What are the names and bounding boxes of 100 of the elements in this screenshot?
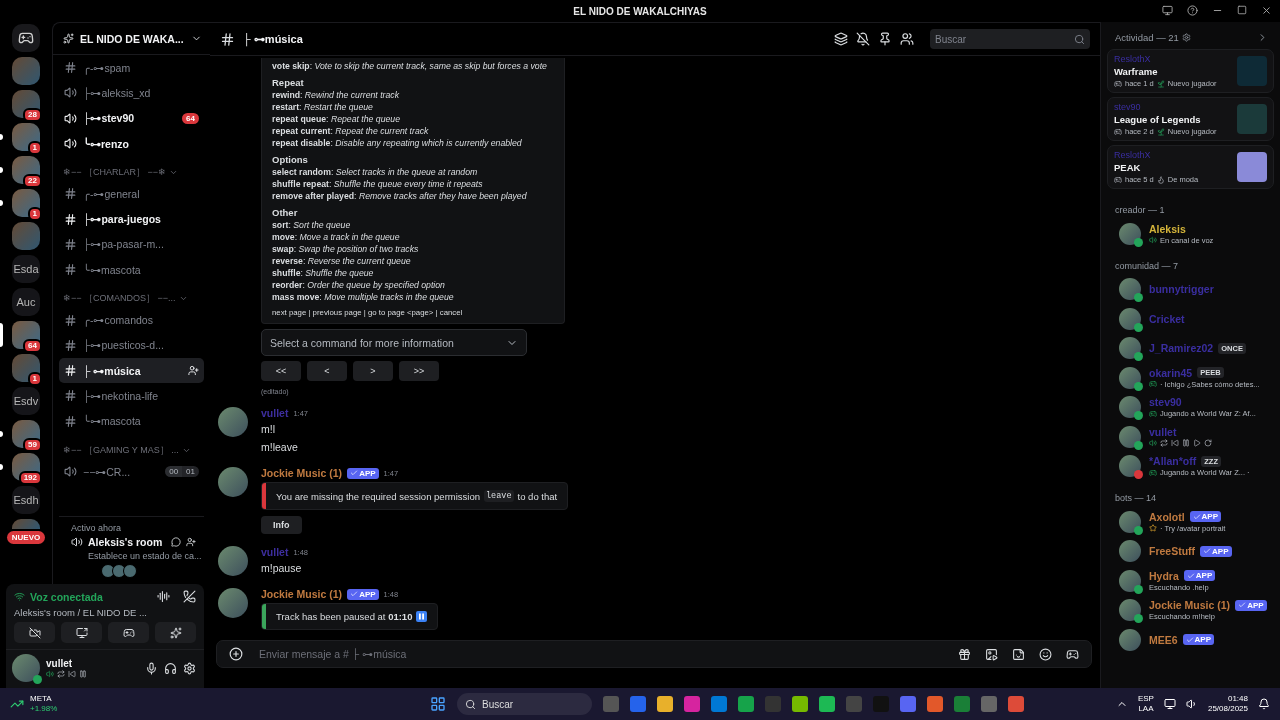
pager-button[interactable]: > <box>353 361 393 381</box>
command-select[interactable]: Select a command for more information <box>261 329 527 356</box>
notification-icon[interactable] <box>1258 698 1270 710</box>
headphones-icon[interactable] <box>164 661 177 675</box>
soundwave-icon[interactable] <box>157 590 170 603</box>
monitor-icon[interactable] <box>1162 5 1173 16</box>
channel-item[interactable]: ├⊶nekotina-life <box>59 383 204 409</box>
channel-item[interactable]: ╰⊶mascota <box>59 408 204 434</box>
hash-icon <box>64 364 77 378</box>
channel-item[interactable]: ╰⊶renzo <box>59 130 204 157</box>
sticker-icon[interactable] <box>1012 647 1025 661</box>
flame-icon <box>1156 175 1165 184</box>
muted-bell-icon[interactable] <box>856 32 870 46</box>
command-line: shuffle: Shuffle the queue <box>272 268 374 278</box>
previous-icon[interactable] <box>68 670 76 678</box>
gift-icon[interactable] <box>958 647 971 661</box>
server-icon[interactable] <box>12 321 40 349</box>
avatar[interactable] <box>218 467 248 497</box>
channel-item[interactable]: ├⊶para-juegos <box>59 206 204 232</box>
server-icon[interactable]: Esdh <box>12 486 40 514</box>
server-icon[interactable]: Esda <box>12 255 40 283</box>
section-title: Options <box>272 154 309 166</box>
emoji-icon[interactable] <box>1039 647 1052 661</box>
avatar[interactable] <box>218 588 248 618</box>
screen-share-button[interactable] <box>61 622 102 643</box>
room-name[interactable]: Aleksis's room <box>88 536 166 548</box>
server-name[interactable]: EL NIDO DE WAKA... <box>80 32 185 45</box>
channel-item[interactable]: ├⊶pa-pasar-m... <box>59 231 204 258</box>
gamepad-icon[interactable] <box>1066 647 1079 661</box>
command-line: repeat queue: Repeat the queue <box>272 114 400 124</box>
invite-icon[interactable] <box>186 537 196 547</box>
soundboard-button[interactable] <box>155 622 196 643</box>
search-field[interactable]: Buscar <box>930 29 1090 49</box>
activity-button[interactable] <box>108 622 149 643</box>
play-icon[interactable] <box>1193 439 1201 448</box>
pause-icon[interactable] <box>1182 439 1190 448</box>
channel-item[interactable]: ╰⊶mascota <box>59 257 204 283</box>
windows-icon[interactable] <box>430 696 446 712</box>
member-item[interactable]: FreeStuff APP <box>1107 536 1274 566</box>
group-title: bots — 14 <box>1114 492 1158 505</box>
network-icon[interactable] <box>1163 698 1176 710</box>
member-name: Axolotl <box>1149 510 1185 523</box>
server-icon[interactable] <box>12 24 40 52</box>
category-label[interactable]: ❄−− ［CHARLAR］ −−❄ <box>63 166 167 180</box>
channel-item[interactable]: ├⊶puesticos-d... <box>59 332 204 358</box>
disconnect-icon[interactable] <box>183 590 196 603</box>
voice-status: Voz conectada <box>30 590 103 603</box>
pin-icon[interactable] <box>878 32 892 46</box>
server-icon[interactable] <box>12 156 40 184</box>
pager-button[interactable]: >> <box>399 361 439 381</box>
server-icon[interactable] <box>12 420 40 448</box>
channel-item[interactable]: −−⊶CR... 00 01 <box>59 458 204 485</box>
server-icon[interactable] <box>12 90 40 118</box>
server-icon[interactable]: Auc <box>12 288 40 316</box>
info-button[interactable]: Info <box>261 516 302 534</box>
volume-icon[interactable] <box>1185 698 1198 710</box>
invite-icon[interactable] <box>188 365 199 377</box>
stock-ticker: META <box>30 694 52 704</box>
pager-button[interactable]: << <box>261 361 301 381</box>
channel-item[interactable]: ╭-⊶general <box>59 181 204 207</box>
category-label[interactable]: ❄−− ［COMANDOS］ −−... <box>63 292 176 306</box>
close-icon[interactable] <box>1261 5 1272 16</box>
help-icon[interactable] <box>1187 5 1198 16</box>
channel-item[interactable]: ╭-⊶spam <box>59 55 204 81</box>
avatar[interactable] <box>12 654 40 682</box>
repeat-icon[interactable] <box>1160 439 1168 448</box>
category-label[interactable]: ❄−− ［GAMING Y MAS］ ... <box>63 443 179 457</box>
pause-icon[interactable] <box>79 670 87 678</box>
loop-icon[interactable] <box>1204 439 1212 448</box>
game-title: PEAK <box>1114 162 1142 173</box>
avatar[interactable] <box>218 546 248 576</box>
avatar <box>101 564 115 578</box>
author-name[interactable]: Jockie Music (1) <box>261 467 343 479</box>
chat-icon[interactable] <box>171 537 181 547</box>
member-item[interactable]: MEE6 APP <box>1107 625 1274 655</box>
camera-off-button[interactable] <box>14 622 55 643</box>
voice-location[interactable]: Aleksis's room / EL NIDO DE ... <box>14 607 196 618</box>
repeat-icon[interactable] <box>57 670 65 678</box>
members-icon[interactable] <box>900 32 914 46</box>
microphone-icon[interactable] <box>145 661 158 675</box>
language: ESP <box>1137 694 1154 704</box>
user-counter: 00 01 <box>165 466 199 477</box>
add-icon[interactable] <box>229 647 243 661</box>
server-icon[interactable]: Esdv <box>12 387 40 415</box>
app-tag: APP <box>1235 599 1267 611</box>
avatar <box>123 564 137 578</box>
threads-icon[interactable] <box>834 32 848 46</box>
author-name[interactable]: Jockie Music (1) <box>261 588 343 600</box>
channel-item[interactable]: ├ ⊶música <box>59 357 204 384</box>
channel-item[interactable]: ╭-⊶comandos <box>59 307 204 333</box>
avatar[interactable] <box>218 407 248 437</box>
channel-item[interactable]: ├⊶stev90 64 <box>59 105 204 131</box>
command-line: vote skip: Vote to skip the current track, same as skip but forces a vote <box>272 61 547 71</box>
pager-button[interactable]: < <box>307 361 347 381</box>
previous-icon[interactable] <box>1171 439 1179 448</box>
channel-item[interactable]: ├⊶aleksis_xd <box>59 80 204 106</box>
app-tag: APP <box>1189 511 1222 523</box>
maximize-icon[interactable] <box>1237 5 1247 15</box>
search-field[interactable]: Buscar <box>457 693 592 715</box>
gif-icon[interactable] <box>985 647 998 661</box>
